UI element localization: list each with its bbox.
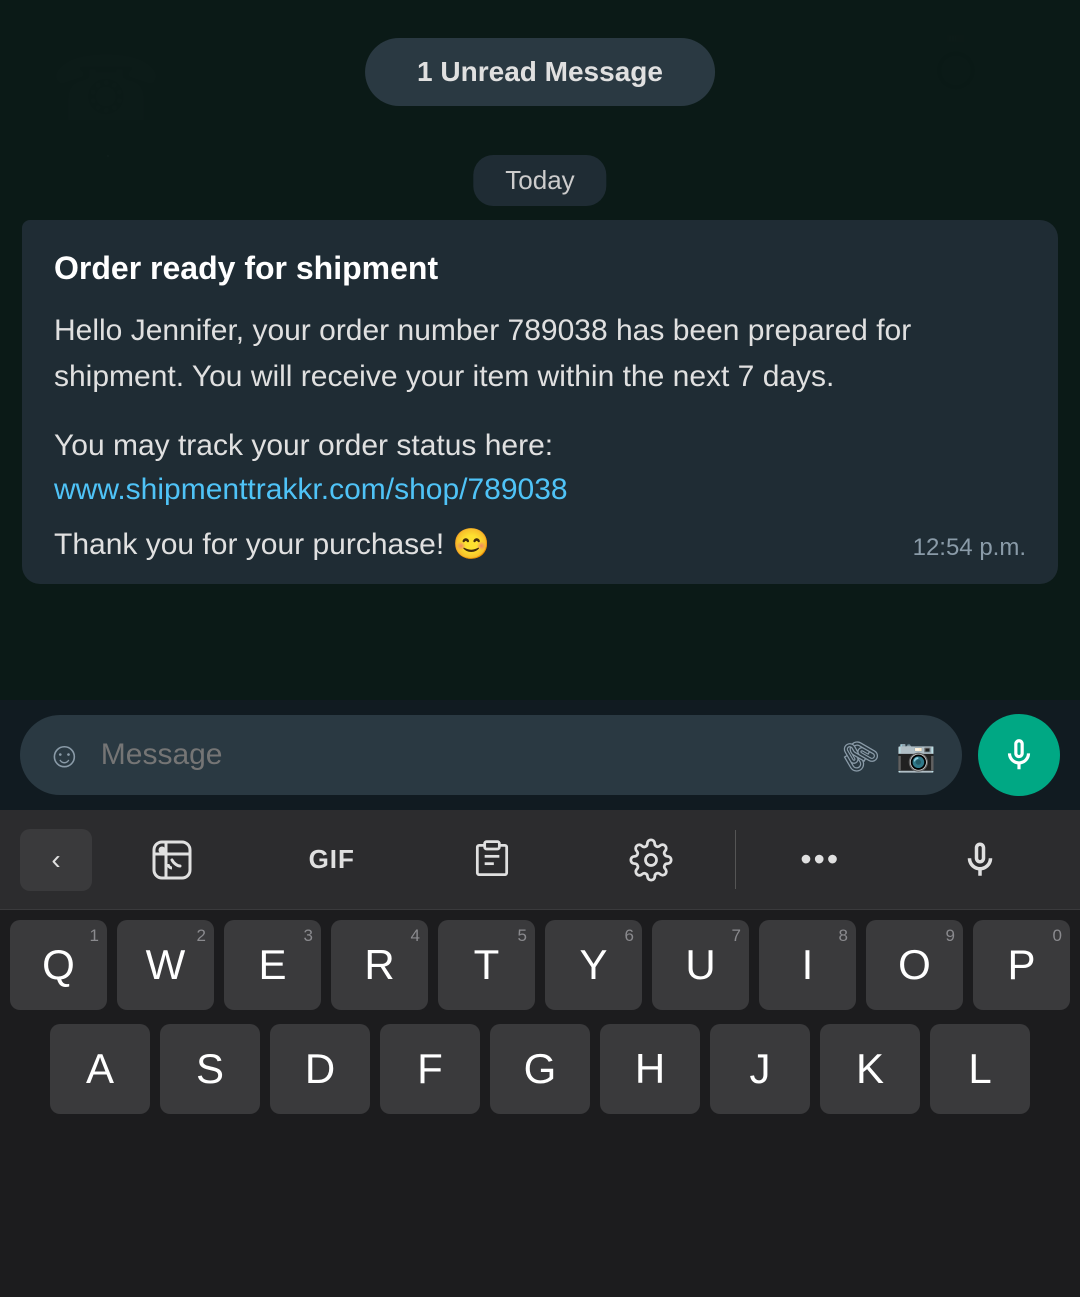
more-keyboard-button[interactable]: ••• (740, 810, 900, 909)
key-k[interactable]: K (820, 1024, 920, 1114)
message-track-link[interactable]: www.shipmenttrakkr.com/shop/789038 (54, 473, 1026, 507)
key-u[interactable]: 7U (652, 920, 749, 1010)
key-a[interactable]: A (50, 1024, 150, 1114)
settings-icon (629, 838, 673, 882)
key-t[interactable]: 5T (438, 920, 535, 1010)
attach-icon[interactable]: 🖇 (830, 727, 886, 783)
key-j[interactable]: J (710, 1024, 810, 1114)
message-time: 12:54 p.m. (913, 534, 1026, 562)
message-input-wrapper: ☺ 🖇 📷 (20, 715, 962, 795)
key-l[interactable]: L (930, 1024, 1030, 1114)
svg-text:☎: ☎ (50, 40, 162, 140)
keyboard-mic-icon (959, 839, 1001, 881)
message-body: Hello Jennifer, your order number 789038… (54, 308, 1026, 401)
key-o[interactable]: 9O (866, 920, 963, 1010)
sticker-icon (148, 836, 196, 884)
message-bubble: Order ready for shipment Hello Jennifer,… (22, 220, 1058, 584)
gif-label: GIF (309, 844, 355, 875)
more-label: ••• (800, 841, 840, 878)
input-area: ☺ 🖇 📷 (0, 700, 1080, 810)
message-footer: Thank you for your purchase! 😊 12:54 p.m… (54, 527, 1026, 562)
key-w[interactable]: 2W (117, 920, 214, 1010)
settings-keyboard-button[interactable] (571, 810, 731, 909)
key-s[interactable]: S (160, 1024, 260, 1114)
key-h[interactable]: H (600, 1024, 700, 1114)
voice-message-button[interactable] (978, 714, 1060, 796)
key-g[interactable]: G (490, 1024, 590, 1114)
unread-message-badge: 1 Unread Message (365, 38, 715, 106)
emoji-button[interactable]: ☺ (46, 734, 83, 776)
key-r[interactable]: 4R (331, 920, 428, 1010)
date-badge: Today (473, 155, 606, 206)
key-y[interactable]: 6Y (545, 920, 642, 1010)
key-p[interactable]: 0P (973, 920, 1070, 1010)
key-e[interactable]: 3E (224, 920, 321, 1010)
message-thanks: Thank you for your purchase! 😊 (54, 527, 901, 562)
keyboard-toolbar: ‹ GIF (0, 810, 1080, 910)
mic-icon (1000, 736, 1038, 774)
sticker-keyboard-button[interactable] (92, 810, 252, 909)
keyboard-row-2: ASDFGHJKL (10, 1024, 1070, 1114)
keyboard-area: ‹ GIF (0, 810, 1080, 1297)
gif-keyboard-button[interactable]: GIF (252, 810, 412, 909)
keyboard-back-button[interactable]: ‹ (20, 829, 92, 891)
keyboard-row-1: 1Q2W3E4R5T6Y7U8I9O0P (10, 920, 1070, 1010)
clipboard-keyboard-button[interactable] (412, 810, 572, 909)
camera-icon[interactable]: 📷 (896, 736, 936, 774)
message-input[interactable] (101, 738, 820, 772)
key-i[interactable]: 8I (759, 920, 856, 1010)
toolbar-divider (735, 830, 736, 889)
clipboard-icon (470, 838, 514, 882)
svg-text:⭐: ⭐ (800, 136, 887, 215)
svg-text:📷: 📷 (900, 8, 1000, 98)
mic-keyboard-button[interactable] (900, 810, 1060, 909)
key-q[interactable]: 1Q (10, 920, 107, 1010)
key-f[interactable]: F (380, 1024, 480, 1114)
message-title: Order ready for shipment (54, 248, 1026, 290)
keyboard-keys: 1Q2W3E4R5T6Y7U8I9O0P ASDFGHJKL (0, 910, 1080, 1114)
message-track-label: You may track your order status here: (54, 423, 1026, 470)
key-d[interactable]: D (270, 1024, 370, 1114)
